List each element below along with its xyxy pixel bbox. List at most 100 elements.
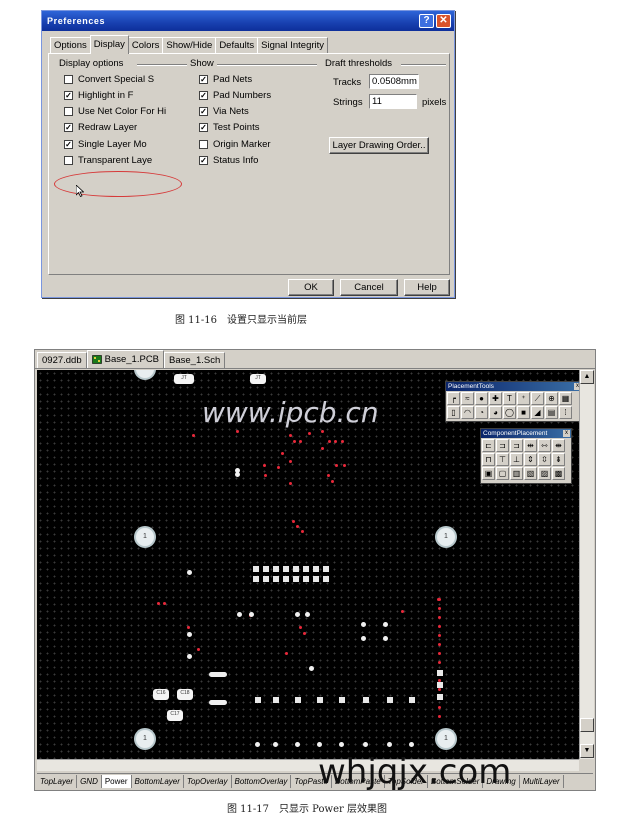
layer-tab[interactable]: TopOverlay	[184, 775, 232, 788]
wire-tool-icon[interactable]: ┍	[447, 392, 460, 405]
checkbox-box[interactable]	[199, 140, 208, 149]
ok-button[interactable]: OK	[288, 279, 334, 296]
fill-tool-icon[interactable]: ■	[517, 406, 530, 419]
transparent-layer-checkbox[interactable]: Transparent Laye	[64, 155, 152, 166]
spacing-h-icon[interactable]: ⇿	[538, 439, 551, 452]
layer-tab[interactable]: BottomOverlay	[232, 775, 292, 788]
component-c18[interactable]: C18	[177, 689, 193, 700]
layer-tab[interactable]: TopLayer	[37, 775, 78, 788]
layer-tab[interactable]: BottomLayer	[132, 775, 184, 788]
checkbox-box[interactable]: ✓	[199, 75, 208, 84]
help-icon[interactable]: ?	[419, 14, 434, 28]
polygon-tool-icon[interactable]: ◢	[531, 406, 544, 419]
split-plane-icon[interactable]: ▤	[545, 406, 558, 419]
array-paste-icon[interactable]: ⁞	[559, 406, 572, 419]
via-white	[383, 636, 388, 641]
checkbox-box[interactable]: ✓	[199, 107, 208, 116]
arc-edge-icon[interactable]: ◔	[475, 406, 488, 419]
divider	[137, 64, 187, 66]
arc-tool-icon[interactable]: ≈	[461, 392, 474, 405]
via-nets-checkbox[interactable]: ✓ Via Nets	[199, 106, 249, 117]
checkbox-box[interactable]: ✓	[199, 123, 208, 132]
tab-display[interactable]: Display	[89, 35, 129, 54]
highlight-checkbox[interactable]: ✓ Highlight in F	[64, 90, 133, 101]
align-right-icon[interactable]: ⊐	[510, 439, 523, 452]
status-info-checkbox[interactable]: ✓ Status Info	[199, 155, 258, 166]
room-tool-icon[interactable]: ▦	[559, 392, 572, 405]
distribute-v-icon[interactable]: ⇕	[524, 453, 537, 466]
help-button[interactable]: Help	[404, 279, 450, 296]
via-red	[289, 460, 292, 463]
scroll-thumb[interactable]	[580, 718, 594, 732]
tab-base-pcb[interactable]: Base_1.PCB	[86, 350, 165, 368]
tab-show-hide[interactable]: Show/Hide	[162, 37, 217, 53]
checkbox-box[interactable]	[64, 107, 73, 116]
strings-field[interactable]: 11	[369, 94, 417, 109]
square-pad	[387, 697, 393, 703]
via-red	[328, 440, 331, 443]
arrange-rect-icon[interactable]: ▢	[496, 467, 509, 480]
scroll-down-icon[interactable]: ▼	[580, 744, 594, 758]
room-arrange-icon[interactable]: ▣	[482, 467, 495, 480]
component-tool-icon[interactable]: ▯	[447, 406, 460, 419]
dimension-tool-icon[interactable]: ⟋	[531, 392, 544, 405]
checkbox-box[interactable]: ✓	[64, 123, 73, 132]
origin-tool-icon[interactable]: ⊕	[545, 392, 558, 405]
spacing-h2-icon[interactable]: ⇼	[552, 439, 565, 452]
cancel-button[interactable]: Cancel	[340, 279, 398, 296]
tab-defaults[interactable]: Defaults	[215, 37, 259, 53]
checkbox-label: Highlight in F	[78, 90, 134, 101]
via-red	[341, 440, 344, 443]
align-center-icon[interactable]: ⊐	[496, 439, 509, 452]
layer-tab[interactable]: Power	[101, 775, 132, 788]
distribute-h-icon[interactable]: ⇹	[524, 439, 537, 452]
checkbox-box[interactable]: ✓	[64, 91, 73, 100]
checkbox-box[interactable]: ✓	[199, 156, 208, 165]
align-bottom-icon[interactable]: ⊥	[510, 453, 523, 466]
redraw-layer-checkbox[interactable]: ✓ Redraw Layer	[64, 122, 137, 133]
convert-special-checkbox[interactable]: Convert Special S	[64, 74, 154, 85]
tab-ddb[interactable]: 0927.ddb	[37, 352, 87, 368]
text-tool-icon[interactable]: T	[503, 392, 516, 405]
align-middle-icon[interactable]: ⊤	[496, 453, 509, 466]
pad-numbers-checkbox[interactable]: ✓ Pad Numbers	[199, 90, 271, 101]
coordinate-tool-icon[interactable]: ⁺	[517, 392, 530, 405]
tab-signal-integrity[interactable]: Signal Integrity	[257, 37, 329, 53]
component-c16[interactable]: C16	[153, 689, 169, 700]
spacing-v-icon[interactable]: ⇳	[538, 453, 551, 466]
move-to-grid-icon[interactable]: ▨	[538, 467, 551, 480]
checkbox-box[interactable]	[64, 156, 73, 165]
close-icon[interactable]: x	[563, 430, 570, 437]
checkbox-box[interactable]	[64, 75, 73, 84]
circle-tool-icon[interactable]: ◯	[503, 406, 516, 419]
layer-drawing-order-button[interactable]: Layer Drawing Order..	[329, 137, 429, 154]
net-color-checkbox[interactable]: Use Net Color For Hi	[64, 106, 166, 117]
group-icon[interactable]: ▩	[552, 467, 565, 480]
pad-nets-checkbox[interactable]: ✓ Pad Nets	[199, 74, 252, 85]
arc-center-icon[interactable]: ◠	[461, 406, 474, 419]
tab-options[interactable]: Options	[50, 37, 91, 53]
tracks-field[interactable]: 0.0508mm	[369, 74, 419, 89]
via-white	[363, 742, 368, 747]
align-top-icon[interactable]: ⊓	[482, 453, 495, 466]
via-tool-icon[interactable]: ✚	[489, 392, 502, 405]
checkbox-box[interactable]: ✓	[64, 140, 73, 149]
grid-move-icon[interactable]: ▥	[510, 467, 523, 480]
tab-base-sch[interactable]: Base_1.Sch	[164, 352, 226, 368]
close-icon[interactable]: ✕	[436, 14, 451, 28]
component-c17[interactable]: C17	[167, 710, 183, 721]
layer-tab[interactable]: MultiLayer	[520, 775, 564, 788]
checkbox-box[interactable]: ✓	[199, 91, 208, 100]
single-layer-mode-checkbox[interactable]: ✓ Single Layer Mo	[64, 139, 147, 150]
tab-colors[interactable]: Colors	[127, 37, 164, 53]
align-left-icon[interactable]: ⊏	[482, 439, 495, 452]
vertical-scrollbar[interactable]: ▲ ▼	[579, 370, 594, 759]
spacing-v2-icon[interactable]: ⇟	[552, 453, 565, 466]
arc-any-icon[interactable]: ◕	[489, 406, 502, 419]
scroll-up-icon[interactable]: ▲	[580, 370, 594, 384]
test-points-checkbox[interactable]: ✓ Test Points	[199, 122, 259, 133]
layer-tab[interactable]: GND	[77, 775, 102, 788]
arrange-comps-icon[interactable]: ▧	[524, 467, 537, 480]
pad-tool-icon[interactable]: ●	[475, 392, 488, 405]
origin-marker-checkbox[interactable]: Origin Marker	[199, 139, 271, 150]
